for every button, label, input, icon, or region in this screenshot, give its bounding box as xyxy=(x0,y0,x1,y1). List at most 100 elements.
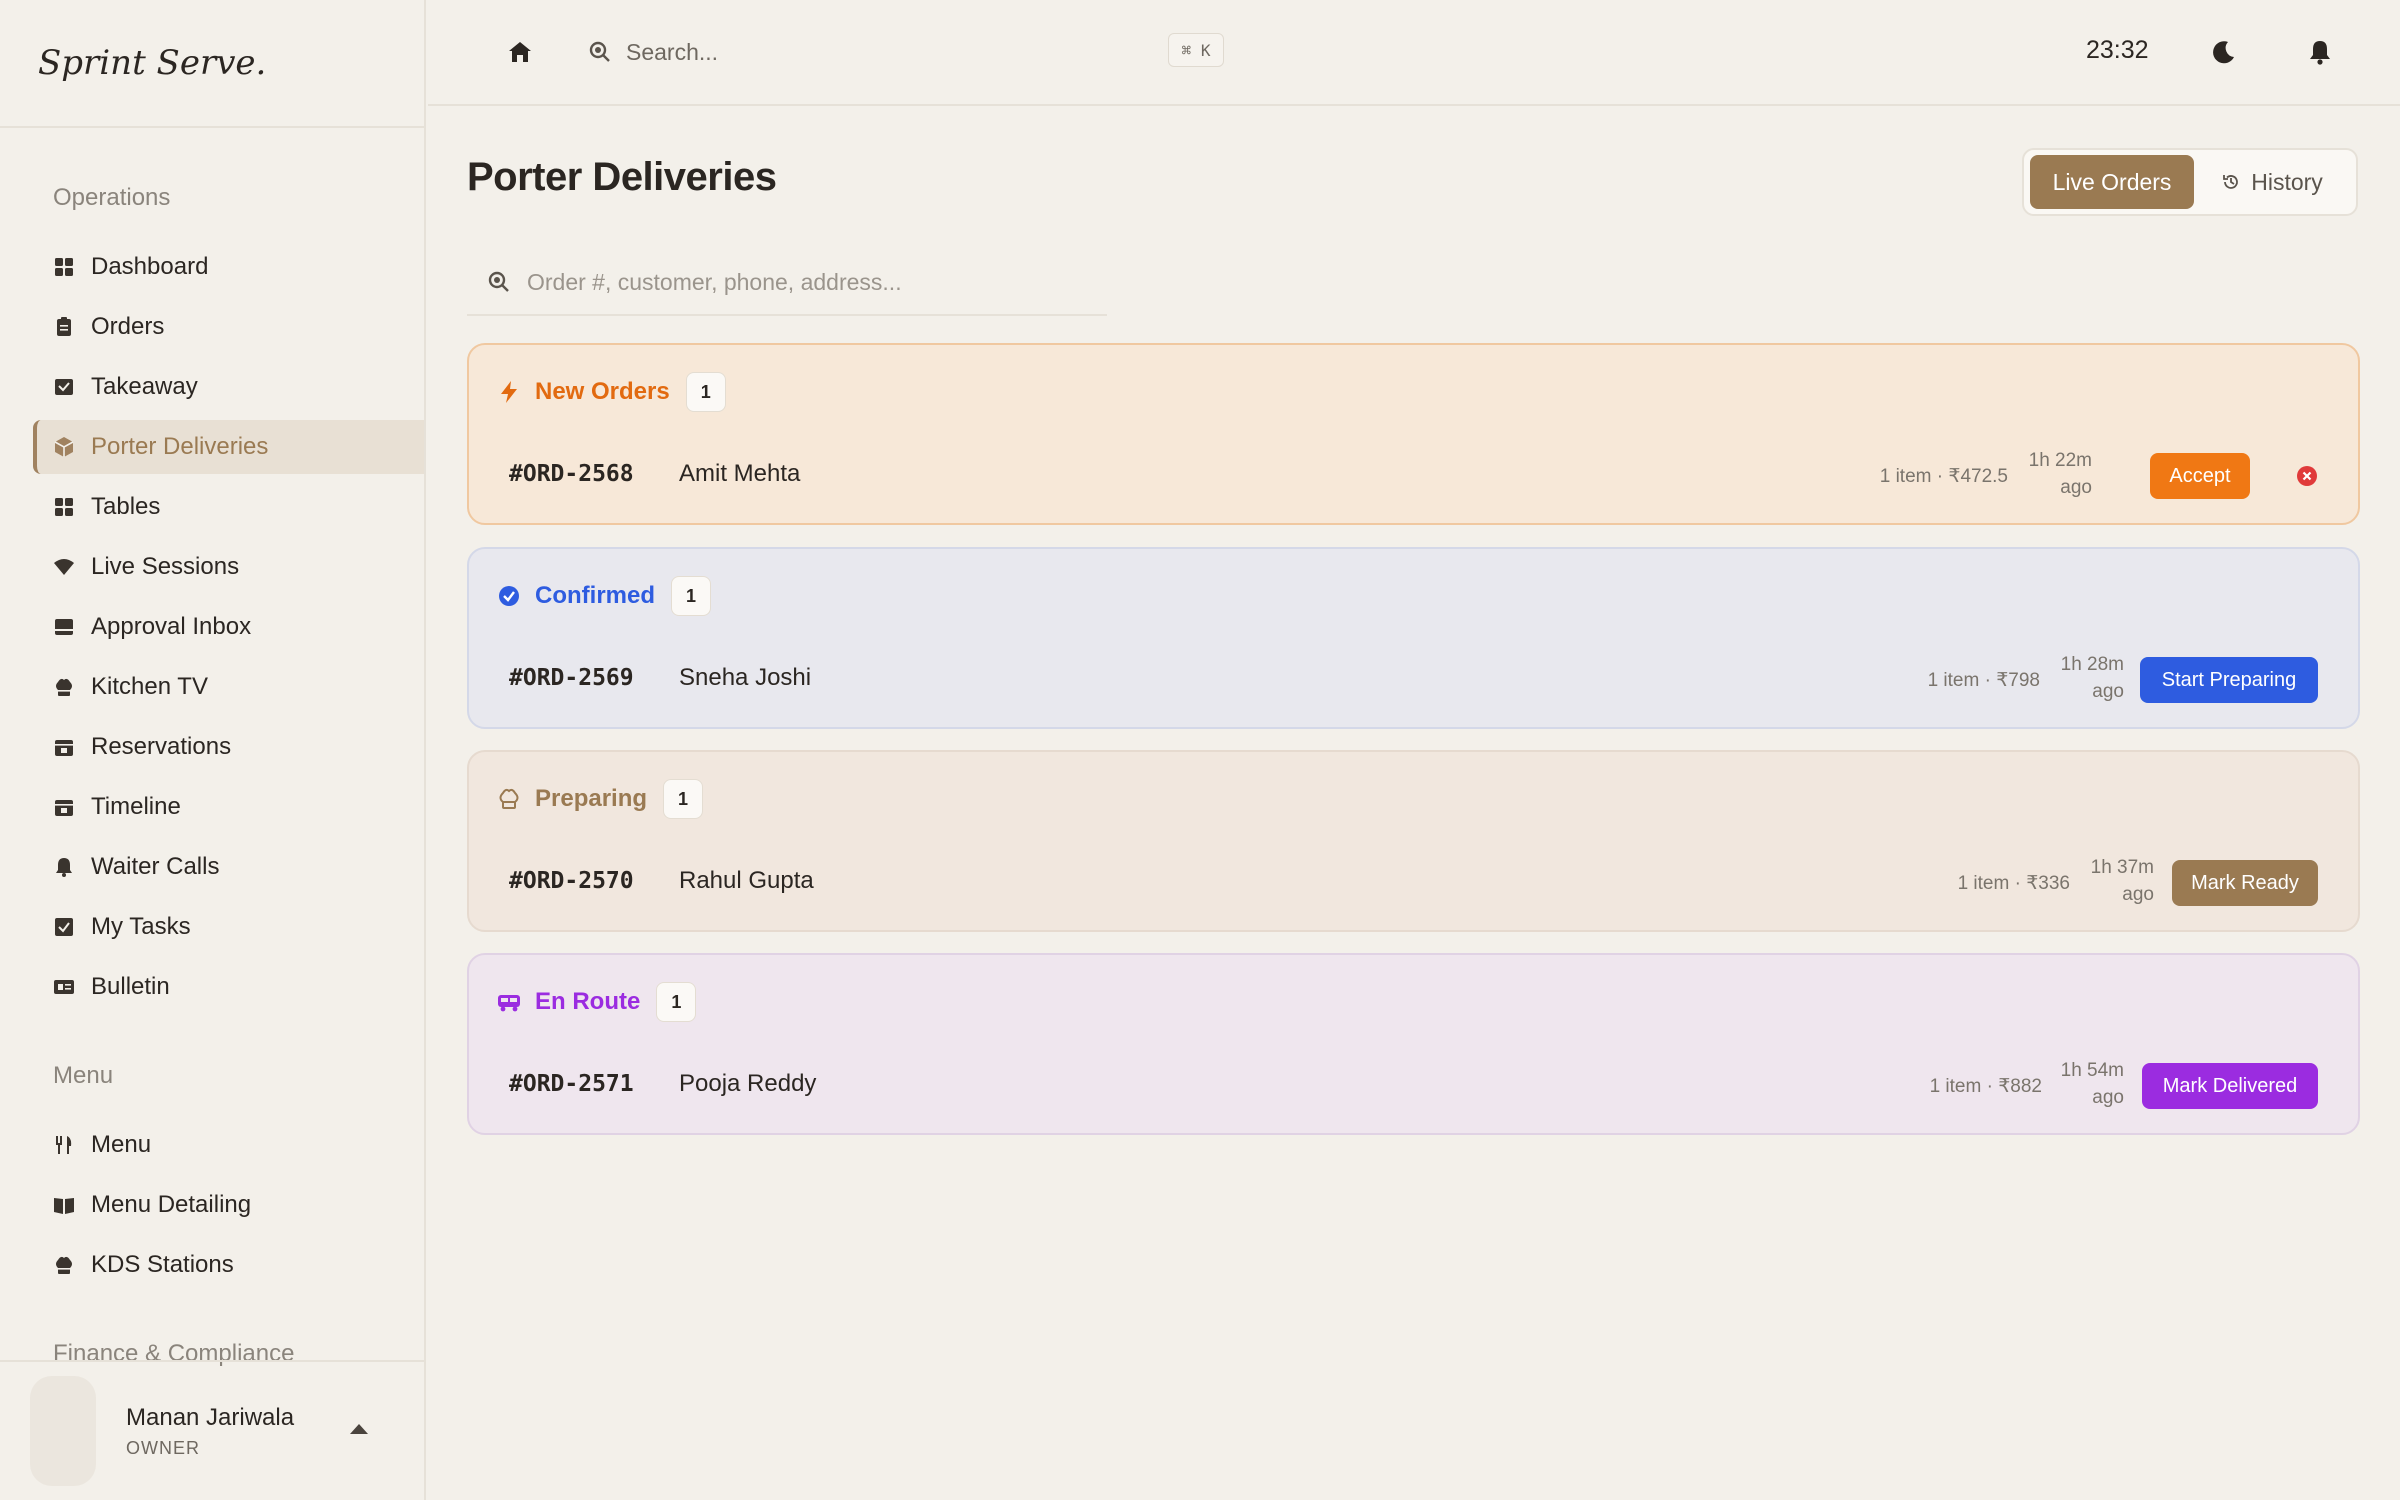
start-preparing-button[interactable]: Start Preparing xyxy=(2140,657,2318,703)
customer-name: Sneha Joshi xyxy=(679,664,812,691)
sidebar-item-reservations[interactable]: Reservations xyxy=(33,720,424,774)
order-id: #ORD-2569 xyxy=(509,665,634,691)
chevron-up-icon[interactable] xyxy=(350,1424,368,1434)
order-meta: 1 item · ₹472.5 xyxy=(1879,466,2008,487)
sidebar-item-kitchen-tv[interactable]: Kitchen TV xyxy=(33,660,424,714)
sidebar-item-label: Takeaway xyxy=(91,373,198,400)
sidebar-item-label: Approval Inbox xyxy=(91,613,252,640)
mark-delivered-button[interactable]: Mark Delivered xyxy=(2142,1063,2318,1109)
sidebar-item-label: Menu xyxy=(91,1131,152,1158)
inbox-icon xyxy=(53,616,75,638)
user-name: Manan Jariwala xyxy=(126,1403,295,1431)
count-badge: 1 xyxy=(656,982,697,1022)
shortcut-hint: ⌘ K xyxy=(1168,33,1224,67)
clipboard-icon xyxy=(53,316,75,338)
sidebar-item-porter-deliveries[interactable]: Porter Deliveries xyxy=(33,420,424,474)
nav-section-operations: Operations xyxy=(53,184,171,211)
customer-name: Amit Mehta xyxy=(679,460,801,487)
brand-logo[interactable]: Sprint Serve. xyxy=(0,0,424,128)
customer-name: Rahul Gupta xyxy=(679,867,814,894)
order-age: 1h 54m ago xyxy=(2060,1060,2124,1108)
group-title: Confirmed xyxy=(535,582,655,609)
group-title: En Route xyxy=(535,988,641,1015)
sidebar-item-my-tasks[interactable]: My Tasks xyxy=(33,900,424,954)
avatar xyxy=(30,1376,96,1486)
sidebar-item-label: Timeline xyxy=(91,793,181,820)
sidebar-item-label: Live Sessions xyxy=(91,553,240,580)
search-icon xyxy=(589,41,610,62)
order-row[interactable]: #ORD-2570 Rahul Gupta 1 item · ₹336 1h 3… xyxy=(509,852,2318,912)
group-title: Preparing xyxy=(535,785,648,812)
group-new-orders: New Orders 1 #ORD-2568 Amit Mehta 1 item… xyxy=(467,343,2360,525)
sidebar-item-label: Porter Deliveries xyxy=(91,433,269,460)
sidebar-item-label: Dashboard xyxy=(91,253,209,280)
order-id: #ORD-2570 xyxy=(509,868,634,894)
history-icon xyxy=(2223,175,2239,189)
sidebar-item-bulletin[interactable]: Bulletin xyxy=(33,960,424,1014)
tab-history-label: History xyxy=(2251,168,2323,195)
mark-ready-button[interactable]: Mark Ready xyxy=(2172,860,2318,906)
sidebar-item-timeline[interactable]: Timeline xyxy=(33,780,424,834)
order-age: 1h 28m ago xyxy=(2060,654,2124,702)
wifi-icon xyxy=(53,556,75,578)
view-toggle: Live Orders History xyxy=(2022,148,2358,216)
book-icon xyxy=(53,1194,75,1216)
tab-live-orders[interactable]: Live Orders xyxy=(2030,155,2194,209)
sidebar-item-label: KDS Stations xyxy=(91,1251,234,1278)
chef-hat-icon xyxy=(499,788,519,809)
package-icon xyxy=(53,436,75,458)
order-search-input[interactable]: Order #, customer, phone, address... xyxy=(467,250,1107,316)
bell-icon[interactable] xyxy=(2306,38,2334,66)
sidebar-item-label: Tables xyxy=(91,493,161,520)
truck-icon xyxy=(498,995,520,1012)
sidebar-item-tables[interactable]: Tables xyxy=(33,480,424,534)
sidebar-item-menu[interactable]: Menu xyxy=(33,1118,424,1172)
sidebar-item-orders[interactable]: Orders xyxy=(33,300,424,354)
global-search[interactable]: Search... xyxy=(588,30,1238,74)
sidebar-item-label: Kitchen TV xyxy=(91,673,208,700)
order-age: 1h 37m ago xyxy=(2090,857,2154,905)
sidebar-item-waiter-calls[interactable]: Waiter Calls xyxy=(33,840,424,894)
sidebar-item-label: Menu Detailing xyxy=(91,1191,252,1218)
sidebar-item-dashboard[interactable]: Dashboard xyxy=(33,240,424,294)
tab-history[interactable]: History xyxy=(2194,155,2350,209)
newspaper-icon xyxy=(53,976,75,998)
sidebar-item-takeaway[interactable]: Takeaway xyxy=(33,360,424,414)
sidebar-item-kds-stations[interactable]: KDS Stations xyxy=(33,1238,424,1292)
sidebar-item-label: Bulletin xyxy=(91,973,170,1000)
sidebar: Sprint Serve. Operations Dashboard Order… xyxy=(0,0,426,1500)
group-en-route: En Route 1 #ORD-2571 Pooja Reddy 1 item … xyxy=(467,953,2360,1135)
search-icon xyxy=(488,271,509,292)
count-badge: 1 xyxy=(671,576,711,616)
group-preparing: Preparing 1 #ORD-2570 Rahul Gupta 1 item… xyxy=(467,750,2360,932)
group-title: New Orders xyxy=(535,378,670,405)
utensils-icon xyxy=(53,1134,75,1156)
lightning-icon xyxy=(501,381,517,403)
sidebar-item-approval-inbox[interactable]: Approval Inbox xyxy=(33,600,424,654)
order-row[interactable]: #ORD-2571 Pooja Reddy 1 item · ₹882 1h 5… xyxy=(509,1055,2318,1115)
page-title: Porter Deliveries xyxy=(467,155,777,199)
order-meta: 1 item · ₹336 xyxy=(1957,873,2070,894)
home-icon[interactable] xyxy=(506,38,534,66)
sidebar-item-label: Orders xyxy=(91,313,165,340)
checkbox-icon xyxy=(53,916,75,938)
order-search-placeholder: Order #, customer, phone, address... xyxy=(527,268,902,295)
order-row[interactable]: #ORD-2568 Amit Mehta 1 item · ₹472.5 1h … xyxy=(509,445,2318,505)
chef-hat-icon xyxy=(53,1254,75,1276)
grid-icon xyxy=(53,496,75,518)
group-confirmed: Confirmed 1 #ORD-2569 Sneha Joshi 1 item… xyxy=(467,547,2360,729)
chef-hat-icon xyxy=(53,676,75,698)
order-id: #ORD-2568 xyxy=(509,461,634,487)
topbar: Search... ⌘ K 23:32 xyxy=(428,0,2400,106)
calendar-icon xyxy=(53,736,75,758)
reject-icon[interactable] xyxy=(2296,465,2318,487)
sidebar-item-live-sessions[interactable]: Live Sessions xyxy=(33,540,424,594)
moon-icon[interactable] xyxy=(2210,38,2238,66)
accept-button[interactable]: Accept xyxy=(2150,453,2250,499)
user-menu[interactable]: Manan Jariwala OWNER xyxy=(0,1360,424,1500)
sidebar-item-label: Reservations xyxy=(91,733,232,760)
sidebar-item-menu-detailing[interactable]: Menu Detailing xyxy=(33,1178,424,1232)
grid-icon xyxy=(53,256,75,278)
calendar-icon xyxy=(53,796,75,818)
order-row[interactable]: #ORD-2569 Sneha Joshi 1 item · ₹798 1h 2… xyxy=(509,649,2318,709)
